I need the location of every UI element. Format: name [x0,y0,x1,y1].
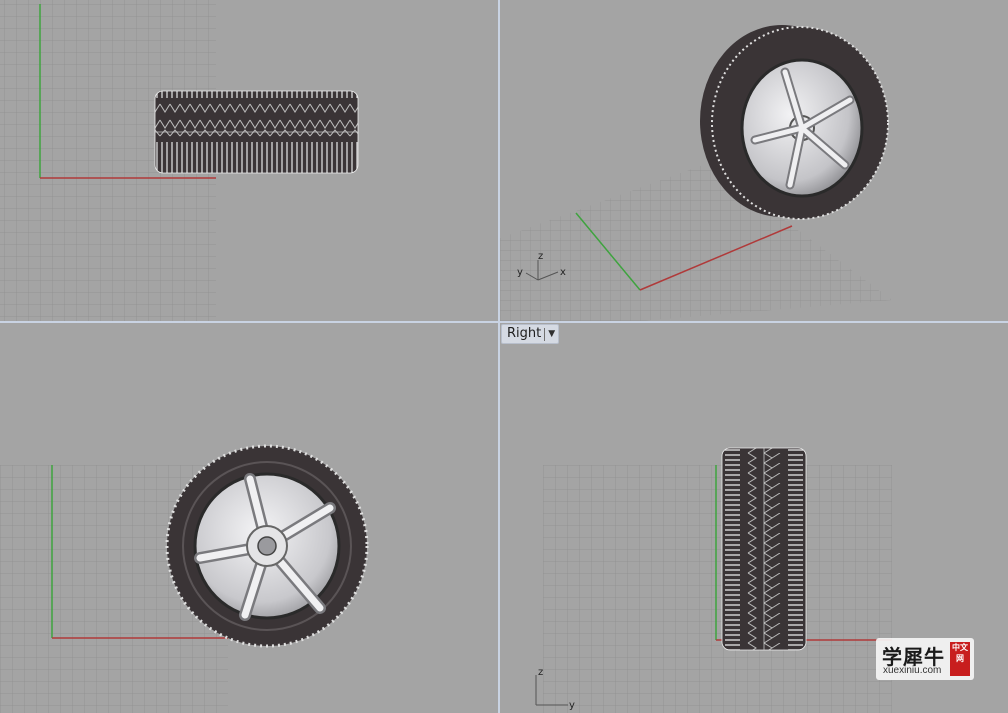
axis-z-label: z [538,251,543,262]
top-viewport-canvas [0,0,359,321]
watermark-url: xuexiniu.com [883,665,942,676]
tire-top-view[interactable] [154,90,359,174]
title-separator [544,327,546,341]
axis-x-label: x [560,267,566,278]
viewport-title: Right [507,326,542,341]
tire-perspective[interactable] [700,25,889,220]
watermark-logo: 学犀牛 xuexiniu.com 中文网 [876,638,974,680]
tire-right-view[interactable] [721,447,807,651]
tire-front-view[interactable] [165,444,369,648]
axis-y-label: y [517,267,523,278]
perspective-viewport-canvas: z x y [500,25,892,321]
axis-z-label: z [538,667,543,678]
front-viewport-canvas [0,444,369,713]
viewport-divider-vertical[interactable] [498,0,500,713]
viewport-title-tab[interactable]: Right ▼ [501,324,560,344]
watermark-seal: 中文网 [950,642,970,676]
front-viewport[interactable] [0,323,498,713]
dropdown-arrow-icon[interactable]: ▼ [548,325,555,343]
perspective-viewport[interactable]: z x y [500,0,1008,321]
axis-y-label: y [569,700,575,711]
top-viewport[interactable] [0,0,498,321]
viewport-divider-horizontal[interactable] [0,321,1008,323]
construction-grid [543,465,892,713]
